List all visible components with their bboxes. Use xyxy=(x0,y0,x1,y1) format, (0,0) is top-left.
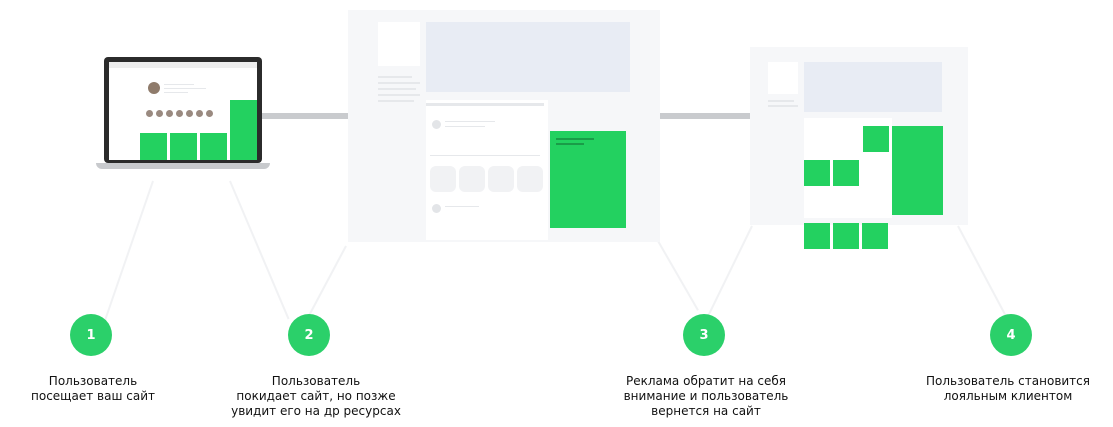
retargeting-avatar-box xyxy=(768,62,798,94)
story-dot xyxy=(156,110,163,117)
sidebar-line xyxy=(378,82,420,84)
guide-line xyxy=(99,180,154,333)
ad-banner xyxy=(550,131,626,228)
ad-tile xyxy=(804,223,830,249)
sidebar-line xyxy=(378,76,412,78)
laptop-base xyxy=(96,163,270,169)
post-text-line xyxy=(445,206,479,207)
sidebar-line xyxy=(378,100,414,102)
story-dot xyxy=(166,110,173,117)
social-page-avatar-box xyxy=(378,22,420,66)
ad-tile xyxy=(140,133,167,160)
profile-avatar xyxy=(148,82,160,94)
step-2-label: Пользователь покидает сайт, но позже уви… xyxy=(231,374,401,419)
profile-text-line xyxy=(164,88,206,89)
post-text-line xyxy=(445,126,485,127)
guide-line xyxy=(307,245,347,318)
photo-tile xyxy=(517,166,543,192)
step-1-circle: 1 xyxy=(70,314,112,356)
step-1-label: Пользователь посещает ваш сайт xyxy=(31,374,155,404)
guide-line xyxy=(957,225,1011,324)
post-text-line xyxy=(445,121,495,122)
photo-tile xyxy=(430,166,456,192)
step-1-label-line: посещает ваш сайт xyxy=(31,389,155,403)
ad-tile-tall xyxy=(230,100,257,160)
photo-tile xyxy=(459,166,485,192)
profile-text-line xyxy=(164,84,194,85)
post-divider xyxy=(430,155,540,156)
ad-tile xyxy=(833,160,859,186)
sidebar-line xyxy=(768,100,794,102)
ad-tile xyxy=(863,126,889,152)
guide-line xyxy=(707,225,753,317)
ad-banner-text xyxy=(556,143,584,145)
connector-bar-2 xyxy=(660,113,750,119)
laptop-illustration xyxy=(96,54,276,174)
step-4-label-line: лояльным клиентом xyxy=(943,389,1073,403)
step-3-label-line: вернется на сайт xyxy=(651,404,761,418)
ad-tile xyxy=(200,133,227,160)
story-dot xyxy=(206,110,213,117)
photo-tile xyxy=(488,166,514,192)
sidebar-line xyxy=(768,105,798,107)
story-dot xyxy=(176,110,183,117)
step-4-label: Пользователь становится лояльным клиенто… xyxy=(926,374,1090,404)
ad-tile xyxy=(833,223,859,249)
ad-tile xyxy=(170,133,197,160)
ad-tile xyxy=(862,223,888,249)
sidebar-line xyxy=(378,88,416,90)
post-avatar xyxy=(432,120,441,129)
step-3-circle: 3 xyxy=(683,314,725,356)
retargeting-cover-banner xyxy=(804,62,942,112)
step-4-circle: 4 xyxy=(990,314,1032,356)
ad-banner-text xyxy=(556,138,594,140)
ad-tile-tall xyxy=(892,126,943,215)
laptop-browser-bar xyxy=(109,62,257,68)
step-2-label-line: покидает сайт, но позже xyxy=(236,389,396,403)
feed-header-line xyxy=(426,103,544,106)
step-2-label-line: увидит его на др ресурсах xyxy=(231,404,401,418)
guide-line xyxy=(657,240,699,311)
sidebar-line xyxy=(378,94,420,96)
step-3-label-line: Реклама обратит на себя xyxy=(625,374,787,388)
story-dot xyxy=(196,110,203,117)
step-4-label-line: Пользователь становится xyxy=(926,374,1090,388)
story-dot xyxy=(146,110,153,117)
step-1-label-line: Пользователь xyxy=(48,374,138,388)
post-avatar xyxy=(432,204,441,213)
profile-text-line xyxy=(164,92,188,93)
step-2-circle: 2 xyxy=(288,314,330,356)
step-2-label-line: Пользователь xyxy=(271,374,361,388)
step-3-label-line: внимание и пользователь xyxy=(623,389,789,403)
social-cover-banner xyxy=(426,22,630,92)
guide-line xyxy=(229,180,290,320)
ad-tile xyxy=(804,160,830,186)
step-3-label: Реклама обратит на себя внимание и польз… xyxy=(624,374,789,419)
story-dot xyxy=(186,110,193,117)
